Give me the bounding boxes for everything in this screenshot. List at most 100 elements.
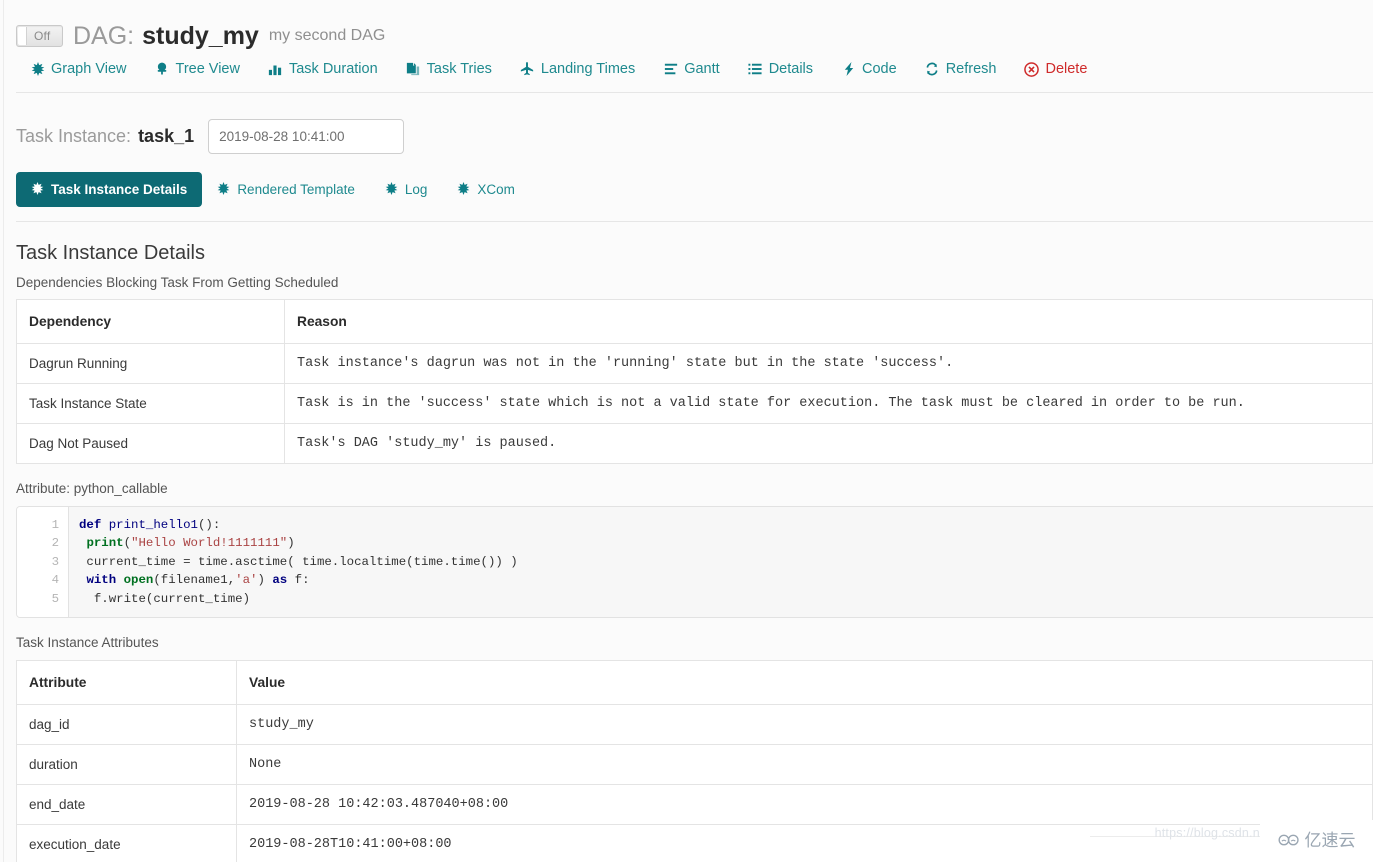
page-title: Task Instance Details: [16, 242, 205, 264]
plane-icon: [520, 62, 535, 76]
code-token: (filename1,: [153, 573, 236, 588]
align-left-icon: [663, 62, 678, 76]
task-instance-label: Task Instance:: [16, 126, 132, 146]
table-header-row: Dependency Reason: [16, 299, 1373, 344]
nav-tree-view[interactable]: Tree View: [141, 58, 254, 80]
dag-description: my second DAG: [268, 27, 386, 44]
task-instance-tabs: Task Instance Details Rendered Template …: [16, 158, 1373, 222]
tab-task-instance-details-label: Task Instance Details: [51, 182, 188, 197]
attr-name: duration: [16, 744, 237, 786]
attr-header-attribute: Attribute: [16, 660, 237, 706]
table-row: end_date 2019-08-28 10:42:03.487040+08:0…: [16, 784, 1373, 826]
nav-code[interactable]: Code: [827, 58, 911, 80]
code-token: as: [272, 573, 288, 588]
refresh-icon: [925, 62, 940, 76]
nav-details-label: Details: [768, 61, 814, 77]
dag-view-nav: Graph View Tree View Task Duration Task …: [16, 44, 1373, 93]
code-line-number: 4: [51, 573, 59, 588]
tab-rendered-template[interactable]: Rendered Template: [202, 172, 370, 207]
tab-xcom-label: XCom: [477, 182, 515, 197]
table-row: duration None: [16, 744, 1373, 786]
code-line-number: 5: [51, 591, 59, 606]
code-source: def print_hello1(): print("Hello World!1…: [69, 507, 1373, 618]
nav-task-tries[interactable]: Task Tries: [392, 58, 506, 80]
bolt-icon: [841, 62, 856, 76]
toggle-knob: [18, 27, 27, 45]
code-line-number: 3: [51, 554, 59, 569]
watermark-rule: [1090, 836, 1260, 837]
page-content: Off DAG: study_my my second DAG Graph Vi…: [16, 0, 1373, 862]
table-row: execution_date 2019-08-28T10:41:00+08:00: [16, 824, 1373, 862]
tab-xcom[interactable]: XCom: [442, 172, 530, 207]
nav-graph-view[interactable]: Graph View: [16, 58, 141, 80]
tab-log[interactable]: Log: [370, 172, 443, 207]
code-token: print: [86, 536, 124, 551]
code-token: ): [257, 573, 273, 588]
nav-code-label: Code: [862, 61, 897, 77]
nav-refresh[interactable]: Refresh: [911, 58, 1011, 80]
copy-icon: [406, 62, 421, 76]
attr-value: study_my: [236, 704, 1373, 746]
task-instance-row: Task Instance: task_1: [16, 93, 1373, 158]
code-token: open: [123, 573, 154, 588]
attr-name: end_date: [16, 784, 237, 826]
asterisk-icon: [457, 182, 470, 197]
dag-word-label: DAG:: [73, 21, 135, 50]
table-row: Dagrun Running Task instance's dagrun wa…: [16, 343, 1373, 384]
nav-gantt[interactable]: Gantt: [649, 58, 733, 80]
code-token: (: [123, 536, 132, 551]
nav-task-tries-label: Task Tries: [426, 61, 492, 77]
nav-refresh-label: Refresh: [945, 61, 997, 77]
tab-log-label: Log: [404, 182, 428, 197]
asterisk-icon: [217, 182, 230, 197]
execution-date-input[interactable]: [208, 119, 405, 154]
nav-landing-times[interactable]: Landing Times: [506, 58, 649, 80]
table-header-row: Attribute Value: [16, 660, 1373, 706]
nav-delete[interactable]: Delete: [1010, 58, 1101, 80]
dag-pause-toggle[interactable]: Off: [16, 25, 63, 47]
nav-task-duration[interactable]: Task Duration: [254, 58, 392, 80]
dep-reason: Task is in the 'success' state which is …: [284, 383, 1373, 424]
page-root: Off DAG: study_my my second DAG Graph Vi…: [0, 0, 1373, 862]
code-token: f:: [287, 573, 310, 588]
code-token: current_time = time.asctime( time.localt…: [79, 554, 518, 569]
code-token: def: [79, 518, 102, 532]
code-line-numbers: 1 2 3 4 5: [17, 507, 69, 618]
dep-reason: Task's DAG 'study_my' is paused.: [284, 423, 1373, 464]
bar-chart-icon: [268, 62, 283, 76]
task-instance-attributes-note: Task Instance Attributes: [16, 635, 159, 651]
code-block: 1 2 3 4 5 def print_hello1(): print("Hello W…: [16, 506, 1373, 619]
dep-header-dependency: Dependency: [16, 299, 285, 344]
dep-name: Dag Not Paused: [16, 423, 285, 464]
dep-reason: Task instance's dagrun was not in the 'r…: [284, 343, 1373, 384]
tab-task-instance-details[interactable]: Task Instance Details: [16, 172, 203, 207]
task-instance-id: task_1: [138, 126, 195, 146]
code-token: "Hello World!1111111": [131, 536, 288, 551]
attr-header-value: Value: [236, 660, 1373, 706]
tree-icon: [155, 62, 170, 76]
nav-tree-view-label: Tree View: [175, 61, 240, 77]
code-line-number: 2: [51, 536, 59, 551]
toggle-label: Off: [34, 29, 51, 43]
nav-gantt-label: Gantt: [684, 61, 720, 77]
table-row: dag_id study_my: [16, 704, 1373, 746]
tab-rendered-template-label: Rendered Template: [237, 182, 355, 197]
asterisk-icon: [385, 182, 398, 197]
nav-delete-label: Delete: [1045, 61, 1088, 77]
dag-name: study_my: [142, 21, 259, 50]
nav-landing-times-label: Landing Times: [540, 61, 636, 77]
list-icon: [748, 62, 763, 76]
asterisk-icon: [31, 182, 44, 197]
table-row: Task Instance State Task is in the 'succ…: [16, 383, 1373, 424]
attr-name: dag_id: [16, 704, 237, 746]
dag-header: Off DAG: study_my my second DAG: [16, 0, 1373, 50]
code-token: ():: [197, 518, 221, 532]
nav-details[interactable]: Details: [734, 58, 827, 80]
attributes-table: Attribute Value dag_id study_my duration…: [16, 660, 1373, 862]
code-token: ): [287, 536, 295, 551]
asterisk-icon: [30, 62, 45, 76]
attribute-python-callable-label: Attribute: python_callable: [16, 481, 168, 496]
attr-value: 2019-08-28 10:42:03.487040+08:00: [236, 784, 1373, 826]
